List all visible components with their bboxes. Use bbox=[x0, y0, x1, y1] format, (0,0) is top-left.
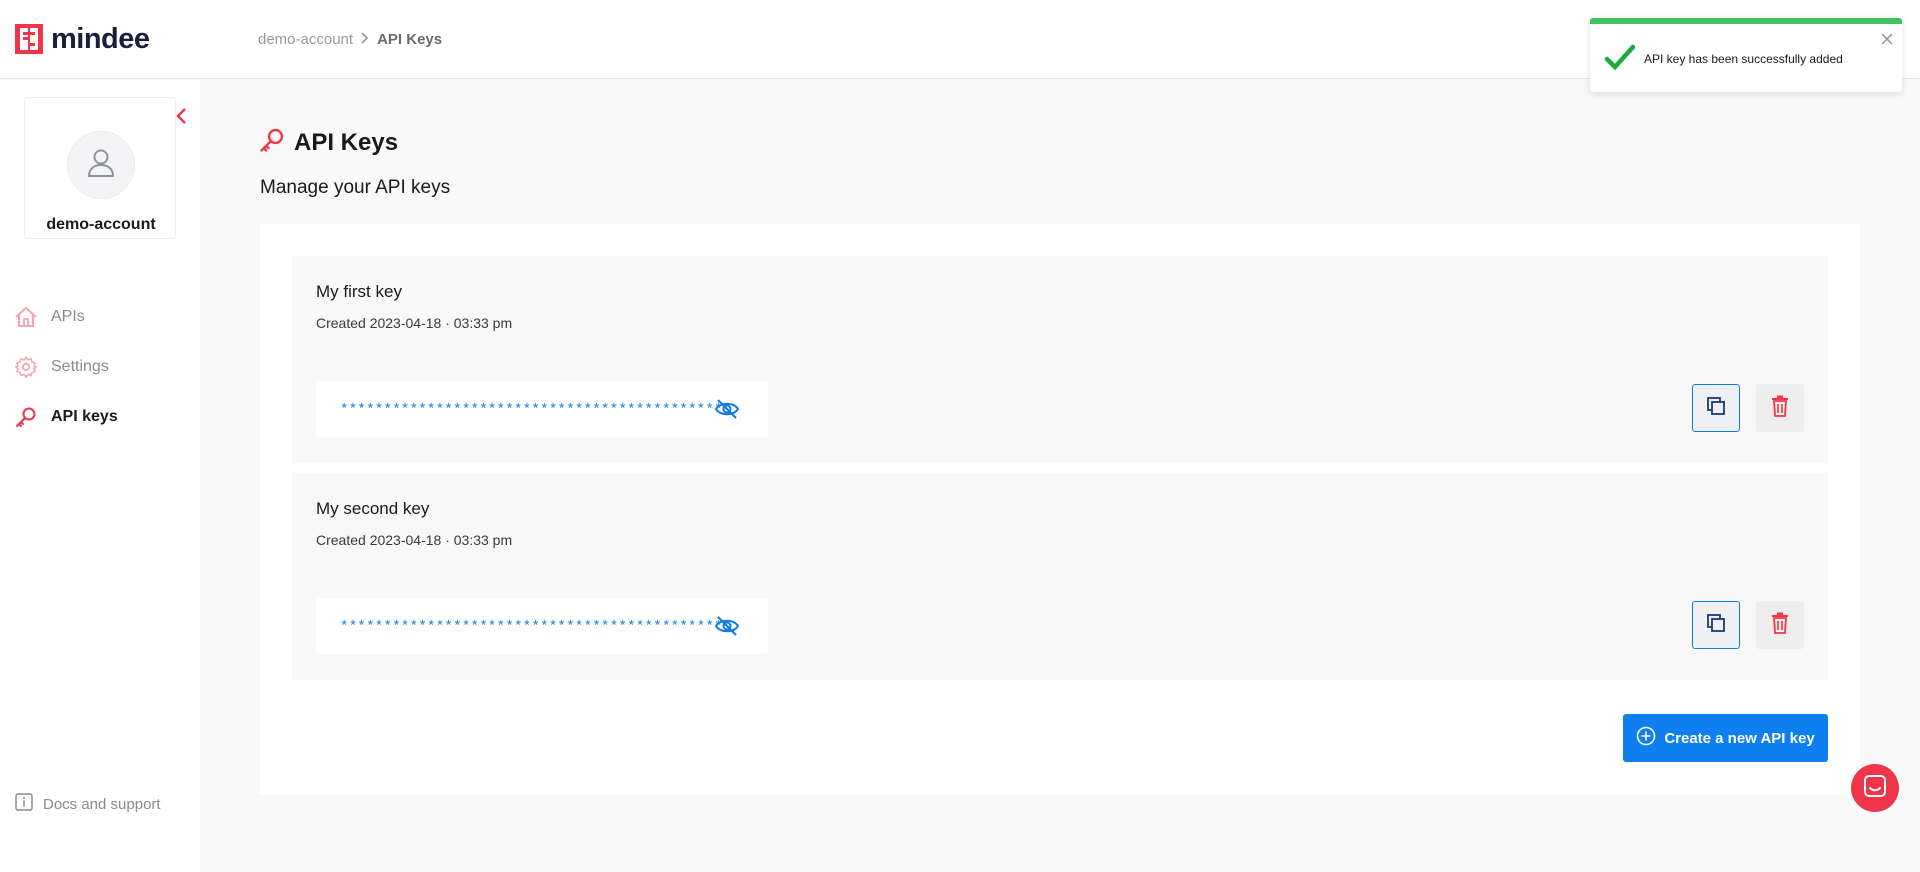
toast-progress-bar bbox=[1590, 18, 1902, 24]
delete-key-button[interactable] bbox=[1756, 601, 1804, 649]
page-title-row: API Keys bbox=[258, 126, 398, 159]
key-created-date: Created 2023-04-18 · 03:33 pm bbox=[316, 532, 513, 548]
key-name: My second key bbox=[316, 499, 430, 518]
account-card[interactable]: demo-account bbox=[24, 97, 176, 239]
key-created-date: Created 2023-04-18 · 03:33 pm bbox=[316, 315, 513, 331]
collapse-sidebar-button[interactable] bbox=[174, 106, 190, 126]
breadcrumb-current: API Keys bbox=[377, 31, 443, 48]
api-key-card: My first key Created 2023-04-18 · 03:33 … bbox=[292, 256, 1828, 463]
gear-icon bbox=[14, 355, 38, 379]
trash-icon bbox=[1771, 395, 1789, 422]
plus-circle-icon bbox=[1636, 726, 1656, 750]
toast-message: API key has been successfully added bbox=[1644, 52, 1843, 66]
delete-key-button[interactable] bbox=[1756, 384, 1804, 432]
eye-off-icon[interactable] bbox=[714, 398, 740, 420]
eye-off-icon[interactable] bbox=[714, 615, 740, 637]
check-icon bbox=[1604, 44, 1636, 72]
key-name: My first key bbox=[316, 282, 402, 301]
copy-icon bbox=[1706, 613, 1726, 638]
docs-support-link[interactable]: Docs and support bbox=[15, 793, 161, 815]
api-keys-panel: My first key Created 2023-04-18 · 03:33 … bbox=[260, 224, 1860, 794]
user-icon bbox=[86, 147, 116, 184]
create-api-key-label: Create a new API key bbox=[1664, 729, 1815, 747]
breadcrumb-account-link[interactable]: demo-account bbox=[258, 31, 353, 48]
trash-icon bbox=[1771, 612, 1789, 639]
sidebar-nav: APIs Settings API keys bbox=[14, 304, 194, 454]
sidebar-item-api-keys[interactable]: API keys bbox=[14, 404, 194, 430]
home-icon bbox=[14, 305, 38, 329]
brand-name: mindee bbox=[51, 23, 150, 55]
mindee-logo[interactable]: mindee bbox=[15, 24, 150, 54]
api-key-value: ****************************************… bbox=[340, 619, 723, 635]
account-name: demo-account bbox=[46, 216, 156, 233]
copy-key-button[interactable] bbox=[1692, 384, 1740, 432]
api-key-card: My second key Created 2023-04-18 · 03:33… bbox=[292, 473, 1828, 680]
create-api-key-button[interactable]: Create a new API key bbox=[1623, 714, 1828, 762]
success-toast: API key has been successfully added bbox=[1590, 18, 1902, 92]
chat-launcher-button[interactable] bbox=[1851, 764, 1899, 812]
chevron-right-icon bbox=[361, 31, 369, 48]
info-icon bbox=[15, 793, 33, 815]
page-subtitle: Manage your API keys bbox=[260, 177, 451, 198]
breadcrumb: demo-account API Keys bbox=[258, 31, 442, 48]
sidebar-item-settings[interactable]: Settings bbox=[14, 354, 194, 380]
chat-icon bbox=[1863, 774, 1887, 803]
page-title: API Keys bbox=[294, 128, 399, 156]
close-icon[interactable] bbox=[1880, 32, 1894, 46]
copy-icon bbox=[1706, 396, 1726, 421]
api-key-field[interactable]: ****************************************… bbox=[316, 598, 768, 654]
key-icon bbox=[14, 405, 38, 429]
key-icon bbox=[258, 126, 286, 159]
docs-label: Docs and support bbox=[43, 795, 161, 813]
sidebar: demo-account APIs Settings API keys Docs… bbox=[0, 80, 200, 872]
sidebar-item-apis[interactable]: APIs bbox=[14, 304, 194, 330]
mindee-logo-icon bbox=[15, 24, 43, 54]
avatar bbox=[67, 131, 135, 199]
chevron-left-icon bbox=[174, 108, 190, 130]
sidebar-item-label: APIs bbox=[51, 308, 85, 325]
sidebar-item-label: Settings bbox=[51, 358, 109, 375]
copy-key-button[interactable] bbox=[1692, 601, 1740, 649]
sidebar-item-label: API keys bbox=[51, 408, 118, 425]
api-key-field[interactable]: ****************************************… bbox=[316, 381, 768, 437]
api-key-value: ****************************************… bbox=[340, 402, 723, 418]
